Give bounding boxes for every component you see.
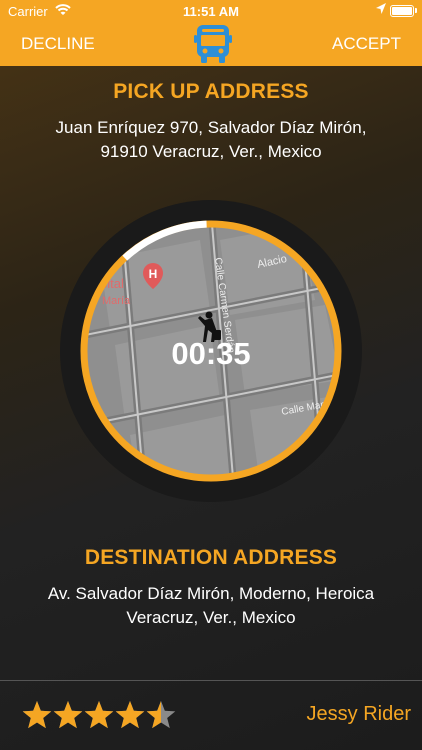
status-bar: Carrier 11:51 AM	[0, 0, 422, 22]
rating-star-4	[115, 701, 145, 729]
destination-address-line2: Veracruz, Ver., Mexico	[126, 608, 296, 627]
decline-button[interactable]: DECLINE	[21, 34, 95, 54]
pickup-address: Juan Enríquez 970, Salvador Díaz Mirón, …	[10, 116, 412, 164]
rating-star-2	[53, 701, 83, 729]
destination-address-title: DESTINATION ADDRESS	[84, 546, 338, 569]
location-arrow-icon	[376, 3, 386, 18]
destination-address: Av. Salvador Díaz Mirón, Moderno, Heroic…	[10, 582, 412, 630]
svg-text:H: H	[149, 267, 158, 281]
rider-name: Jessy Rider	[306, 703, 411, 725]
poi-label-2: María	[102, 295, 131, 307]
countdown-timer: 00:35	[171, 336, 251, 371]
navigation-bar: DECLINE ACCEPT	[0, 22, 422, 66]
pickup-address-line1: Juan Enríquez 970, Salvador Díaz Mirón,	[55, 118, 367, 137]
clock: 11:51 AM	[183, 4, 239, 19]
rider-rating	[22, 699, 182, 733]
ride-request-timer-map: H pital María Alacio Calle Carmen Serdán…	[60, 200, 362, 502]
battery-icon	[390, 5, 417, 17]
pickup-address-title: PICK UP ADDRESS	[113, 80, 309, 103]
rating-star-3	[84, 701, 114, 729]
bus-icon	[194, 23, 232, 70]
footer-divider	[0, 680, 422, 681]
accept-button[interactable]: ACCEPT	[332, 34, 401, 54]
rating-star-5	[146, 701, 176, 729]
rating-star-1	[22, 701, 52, 729]
pickup-address-line2: 91910 Veracruz, Ver., Mexico	[100, 142, 322, 161]
destination-address-line1: Av. Salvador Díaz Mirón, Moderno, Heroic…	[47, 584, 375, 603]
